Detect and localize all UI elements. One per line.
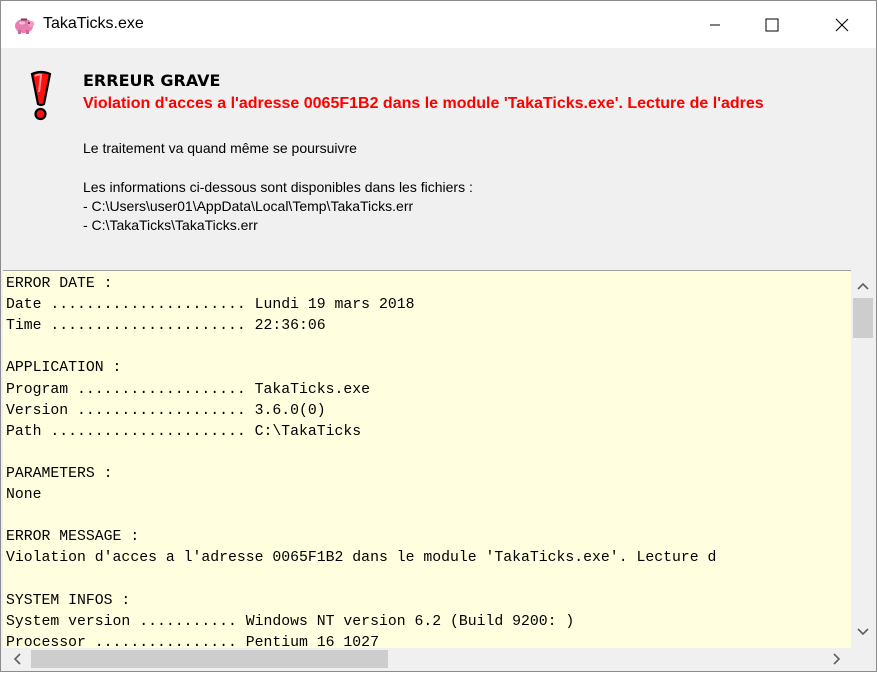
log-line: ERROR DATE : xyxy=(6,276,113,292)
log-line: Violation d'acces a l'adresse 0065F1B2 d… xyxy=(6,550,717,567)
log-line: SYSTEM INFOS : xyxy=(6,592,131,609)
log-line: System version ........... Windows NT ve… xyxy=(6,613,575,630)
maximize-button[interactable] xyxy=(749,1,795,48)
chevron-down-icon xyxy=(857,628,869,636)
log-line: Processor ................ Pentium 16 10… xyxy=(6,634,379,649)
title-bar[interactable]: TakaTicks.exe xyxy=(1,1,876,48)
horizontal-scrollbar[interactable] xyxy=(3,648,851,670)
scrollbar-corner xyxy=(851,648,875,670)
log-line: None xyxy=(6,487,42,503)
log-line: ERROR MESSAGE : xyxy=(6,529,140,546)
error-header: ERREUR GRAVE Violation d'acces a l'adres… xyxy=(1,48,876,270)
vertical-scroll-thumb[interactable] xyxy=(853,298,873,338)
horizontal-scroll-thumb[interactable] xyxy=(31,650,388,668)
vertical-scrollbar[interactable] xyxy=(851,270,875,649)
scroll-right-button[interactable] xyxy=(825,648,849,670)
scroll-up-button[interactable] xyxy=(851,274,875,298)
error-message: Violation d'acces a l'adresse 0065F1B2 d… xyxy=(83,95,764,112)
log-line: APPLICATION : xyxy=(6,360,122,377)
chevron-left-icon xyxy=(13,653,21,665)
scroll-left-button[interactable] xyxy=(5,648,29,670)
error-title: ERREUR GRAVE xyxy=(83,71,221,90)
piggy-bank-icon xyxy=(12,12,36,36)
log-line: Time ...................... 22:36:06 xyxy=(6,318,326,335)
file-path-app: - C:\TakaTicks\TakaTicks.err xyxy=(83,217,258,233)
chevron-right-icon xyxy=(833,653,841,665)
minimize-icon xyxy=(710,24,720,25)
continue-text: Le traitement va quand même se poursuivr… xyxy=(83,140,357,156)
scroll-down-button[interactable] xyxy=(851,620,875,644)
exclamation-icon xyxy=(25,70,57,122)
maximize-icon xyxy=(765,18,779,31)
log-line: Version ................... 3.6.0(0) xyxy=(6,402,326,419)
file-path-temp: - C:\Users\user01\AppData\Local\Temp\Tak… xyxy=(83,198,414,214)
files-intro-text: Les informations ci-dessous sont disponi… xyxy=(83,179,473,195)
log-line: Program ................... TakaTicks.ex… xyxy=(6,381,371,398)
close-icon xyxy=(835,18,849,31)
window-title: TakaTicks.exe xyxy=(43,15,144,32)
close-button[interactable] xyxy=(819,1,865,48)
minimize-button[interactable] xyxy=(692,1,738,48)
chevron-up-icon xyxy=(857,282,869,290)
error-dialog-window: TakaTicks.exe ERREUR GRAVE Violation d'a… xyxy=(0,0,877,672)
log-line: PARAMETERS : xyxy=(6,465,113,482)
log-line: Date ...................... Lundi 19 mar… xyxy=(6,297,415,314)
log-line: Path ...................... C:\TakaTicks xyxy=(6,423,362,440)
error-log-text[interactable]: ERROR DATE : Date ...................... … xyxy=(3,270,851,649)
